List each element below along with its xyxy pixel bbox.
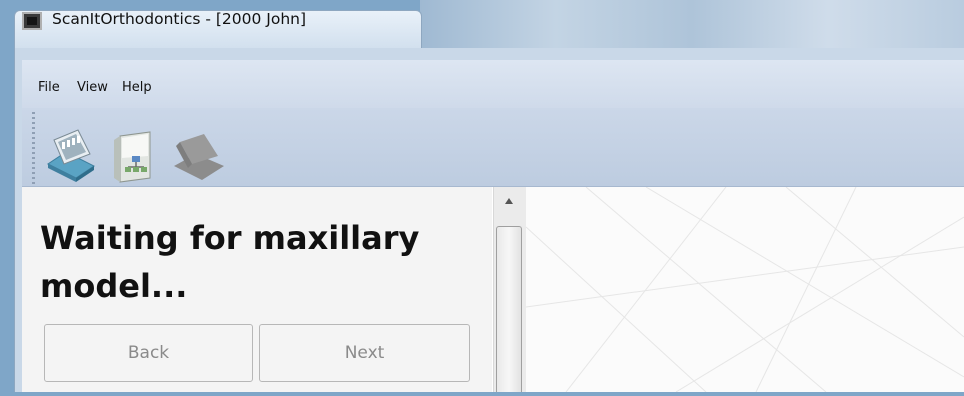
window-title: ScanItOrthodontics - [2000 John] (52, 10, 307, 28)
menu-help[interactable]: Help (122, 80, 152, 95)
app-icon[interactable] (22, 12, 42, 30)
next-button[interactable]: Next (259, 324, 470, 382)
toolbar-grip[interactable] (32, 112, 35, 184)
case-tree-button[interactable] (104, 112, 160, 184)
app-window: ScanItOrthodontics - [2000 John] File Vi… (0, 0, 964, 393)
status-heading: Waiting for maxillary model... (40, 219, 420, 305)
scanner-disabled-icon (174, 134, 224, 180)
scan-model-icon (47, 129, 95, 182)
back-button[interactable]: Back (44, 324, 253, 382)
menu-view[interactable]: View (77, 80, 108, 95)
scan-model-button[interactable] (42, 112, 98, 184)
scroll-thumb[interactable] (496, 226, 522, 392)
scroll-up-arrow-icon[interactable] (505, 198, 513, 204)
toolbar (22, 108, 964, 187)
case-tree-icon (114, 131, 151, 183)
viewport-background (525, 186, 964, 393)
3d-viewport[interactable] (525, 186, 964, 393)
scanner-disabled-button[interactable] (166, 112, 224, 184)
menu-file[interactable]: File (38, 80, 60, 95)
menu-bar (22, 60, 964, 108)
